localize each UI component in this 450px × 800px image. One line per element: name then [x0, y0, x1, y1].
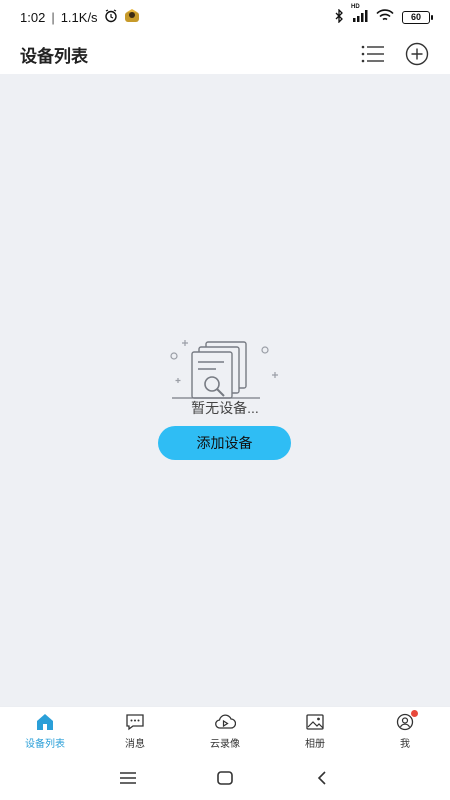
app-notification-icon [124, 8, 140, 26]
album-icon [304, 713, 326, 731]
tab-device-list[interactable]: 设备列表 [10, 713, 80, 750]
home-icon [34, 713, 56, 731]
network-label: HD [351, 3, 360, 10]
tab-label: 消息 [125, 739, 145, 750]
plus-circle-icon [405, 42, 429, 66]
square-icon [217, 771, 233, 785]
alarm-icon [104, 8, 118, 26]
app-header: 设备列表 [0, 34, 450, 74]
tab-label: 我 [400, 739, 410, 750]
bottom-tab-bar: 设备列表 消息 云录像 相册 我 [0, 706, 450, 756]
tab-messages[interactable]: 消息 [100, 713, 170, 750]
tab-label: 设备列表 [25, 739, 65, 750]
empty-documents-icon [170, 340, 278, 399]
status-left: 1:02 | 1.1K/s [20, 8, 140, 26]
profile-icon [394, 710, 418, 731]
status-time: 1:02 [20, 9, 46, 25]
add-button[interactable] [404, 41, 430, 67]
notification-badge [411, 710, 418, 717]
status-bar: 1:02 | 1.1K/s HD 60 [0, 0, 450, 34]
back-icon [317, 771, 326, 785]
empty-state-text: 暂无设备... [191, 400, 259, 416]
header-actions [360, 41, 430, 67]
add-device-button[interactable]: 添加设备 [158, 426, 291, 460]
tab-cloud-video[interactable]: 云录像 [190, 713, 260, 750]
status-right: HD 60 [334, 4, 433, 26]
tab-label: 相册 [305, 739, 325, 750]
system-nav-bar [0, 756, 450, 800]
cloud-video-icon [214, 713, 236, 731]
status-speed: 1.1K/s [60, 9, 98, 25]
message-icon [124, 713, 146, 731]
list-view-button[interactable] [360, 41, 386, 67]
device-list-area: 暂无设备... 添加设备 [0, 74, 450, 706]
signal-icon: HD [351, 4, 368, 25]
home-nav-button[interactable] [210, 763, 240, 793]
battery-indicator: 60 [402, 10, 433, 24]
menu-nav-button[interactable] [113, 763, 143, 793]
page-title: 设备列表 [20, 46, 88, 66]
tab-album[interactable]: 相册 [280, 713, 350, 750]
wifi-icon [376, 9, 394, 25]
list-icon [361, 45, 384, 63]
tab-profile[interactable]: 我 [370, 710, 440, 750]
tab-label: 云录像 [210, 739, 240, 750]
status-divider: | [51, 9, 55, 25]
bluetooth-icon [334, 7, 344, 26]
menu-icon [120, 772, 137, 784]
back-nav-button[interactable] [307, 763, 337, 793]
